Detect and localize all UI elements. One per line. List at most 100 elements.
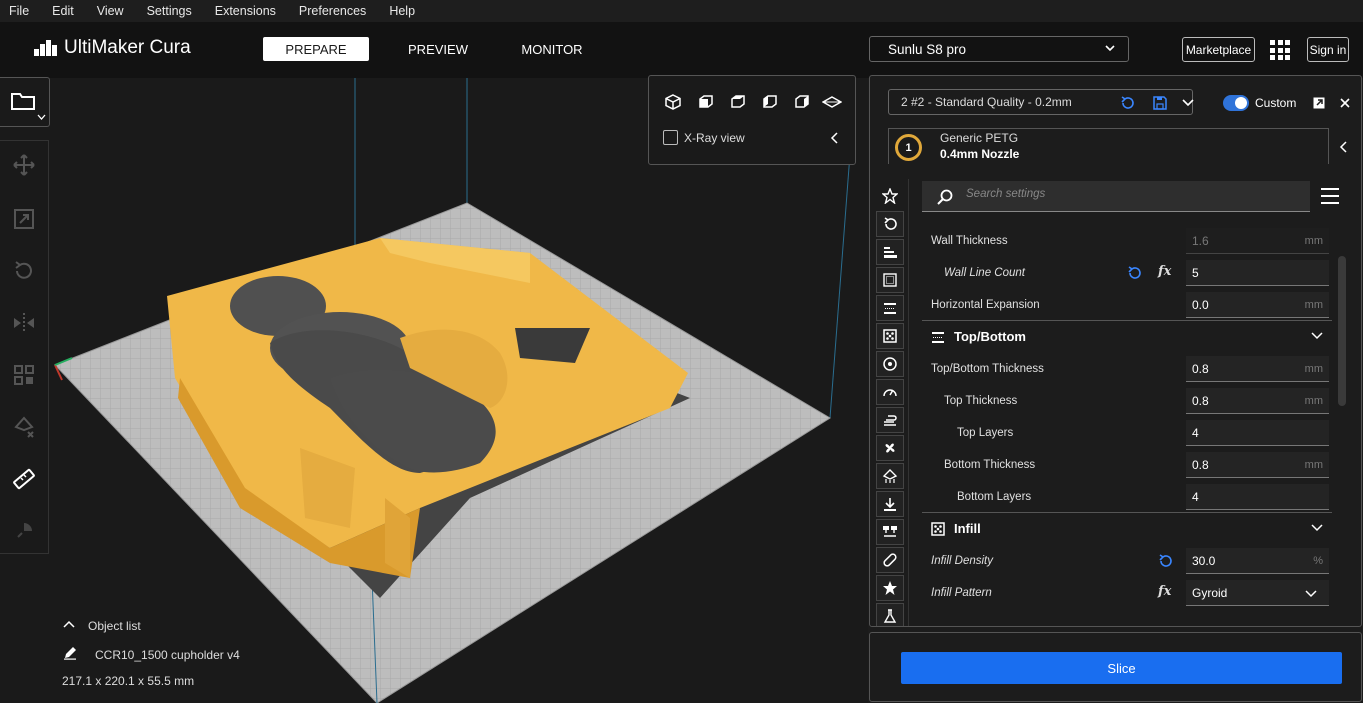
extruder-badge: 1 — [895, 134, 922, 161]
chevron-left-icon[interactable] — [1339, 141, 1349, 153]
profile-selector[interactable]: 2 #2 - Standard Quality - 0.2mm — [888, 89, 1194, 115]
category-infill[interactable] — [876, 323, 904, 349]
menu-preferences[interactable]: Preferences — [289, 4, 379, 18]
menu-settings[interactable]: Settings — [137, 4, 205, 18]
front-view-icon[interactable] — [697, 93, 715, 111]
custom-mode-toggle[interactable] — [1223, 95, 1249, 111]
setting-infill-pattern: Infill Pattern fx Gyroid — [922, 578, 1332, 610]
function-icon[interactable]: fx — [1158, 264, 1171, 279]
category-adhesion[interactable] — [876, 491, 904, 517]
sign-in-button[interactable]: Sign in — [1307, 37, 1349, 62]
category-mesh-fixes[interactable] — [876, 547, 904, 573]
setting-label: Top Layers — [957, 427, 1014, 439]
infill-pattern-select[interactable]: Gyroid — [1186, 580, 1329, 606]
top-thickness-field[interactable]: 0.8 mm — [1186, 388, 1329, 414]
category-walls[interactable] — [876, 267, 904, 293]
measure-tool-icon[interactable] — [12, 467, 36, 491]
chevron-down-icon[interactable] — [1182, 98, 1194, 108]
category-title: Infill — [954, 521, 981, 536]
category-favorites[interactable] — [876, 183, 904, 209]
reset-icon[interactable] — [1126, 265, 1142, 281]
3d-viewport[interactable] — [0, 78, 868, 703]
topbottom-icon — [884, 303, 896, 314]
speedometer-icon — [883, 389, 897, 397]
reset-icon[interactable] — [1157, 553, 1173, 569]
xray-checkbox[interactable] — [663, 130, 678, 145]
object-name: CCR10_1500 cupholder v4 — [95, 648, 240, 662]
menu-edit[interactable]: Edit — [42, 4, 87, 18]
category-support[interactable] — [876, 463, 904, 489]
wall-line-count-field[interactable]: 5 — [1186, 260, 1329, 286]
spool-icon — [883, 357, 897, 371]
hamburger-menu-icon[interactable] — [1320, 187, 1340, 205]
scale-tool-icon[interactable] — [12, 207, 36, 231]
left-view-icon[interactable] — [761, 93, 779, 111]
profile-name: 2 #2 - Standard Quality - 0.2mm — [901, 95, 1072, 109]
menu-view[interactable]: View — [87, 4, 137, 18]
tab-monitor[interactable]: MONITOR — [499, 37, 605, 61]
menu-extensions[interactable]: Extensions — [205, 4, 289, 18]
wall-thickness-field[interactable]: 1.6 mm — [1186, 228, 1329, 254]
category-special-modes[interactable] — [876, 575, 904, 601]
category-header-infill[interactable]: Infill — [922, 512, 1332, 544]
chevron-left-icon[interactable] — [830, 132, 840, 144]
setting-top-thickness: Top Thickness 0.8 mm — [922, 386, 1332, 418]
tab-prepare[interactable]: PREPARE — [263, 37, 369, 61]
tab-preview[interactable]: PREVIEW — [385, 37, 491, 61]
horizontal-expansion-field[interactable]: 0.0 mm — [1186, 292, 1329, 318]
top-view-icon[interactable] — [729, 93, 747, 111]
apps-grid-icon[interactable] — [1270, 40, 1290, 60]
paint-tool-icon[interactable] — [12, 519, 36, 543]
move-tool-icon[interactable] — [12, 153, 36, 177]
open-file-button[interactable] — [0, 77, 50, 127]
printer-selector[interactable]: Sunlu S8 pro — [869, 36, 1129, 62]
setting-label: Wall Line Count — [944, 267, 1025, 279]
extruder-nozzle: 0.4mm Nozzle — [940, 147, 1020, 161]
category-dual-extrusion[interactable] — [876, 519, 904, 545]
right-view-icon[interactable] — [793, 93, 811, 111]
marketplace-button[interactable]: Marketplace — [1182, 37, 1255, 62]
object-list-title[interactable]: Object list — [88, 619, 141, 633]
per-model-settings-icon[interactable] — [12, 363, 36, 387]
settings-scrollbar[interactable] — [1338, 256, 1346, 406]
category-strip — [871, 179, 909, 626]
category-experimental[interactable] — [876, 603, 904, 626]
menu-bar: File Edit View Settings Extensions Prefe… — [0, 0, 1363, 22]
ultimaker-logo-icon — [34, 40, 57, 56]
setting-label: Infill Density — [931, 555, 993, 567]
chevron-up-icon[interactable] — [63, 620, 75, 628]
3d-view-icon[interactable] — [664, 93, 682, 111]
category-travel[interactable] — [876, 407, 904, 433]
mirror-tool-icon[interactable] — [12, 311, 36, 335]
category-header-topbottom[interactable]: Top/Bottom — [922, 320, 1332, 352]
bottom-thickness-field[interactable]: 0.8 mm — [1186, 452, 1329, 478]
reset-icon[interactable] — [1119, 95, 1135, 111]
menu-file[interactable]: File — [0, 4, 42, 18]
close-icon[interactable] — [1340, 98, 1350, 108]
setting-bottom-thickness: Bottom Thickness 0.8 mm — [922, 450, 1332, 482]
function-icon[interactable]: fx — [1158, 584, 1171, 599]
topbottom-thickness-field[interactable]: 0.8 mm — [1186, 356, 1329, 382]
pencil-icon[interactable] — [63, 646, 77, 660]
popout-icon[interactable] — [1313, 97, 1325, 109]
view-orientation-panel: X-Ray view — [648, 75, 856, 165]
slice-button[interactable]: Slice — [901, 652, 1342, 684]
save-icon[interactable] — [1152, 95, 1168, 111]
bottom-layers-field[interactable]: 4 — [1186, 484, 1329, 510]
category-reset[interactable] — [876, 211, 904, 237]
category-cooling[interactable] — [876, 435, 904, 461]
category-speed[interactable] — [876, 379, 904, 405]
category-material[interactable] — [876, 351, 904, 377]
layer-view-icon[interactable] — [822, 95, 842, 109]
top-layers-field[interactable]: 4 — [1186, 420, 1329, 446]
search-input[interactable] — [966, 188, 1286, 200]
infill-density-field[interactable]: 30.0% — [1186, 548, 1329, 574]
category-topbottom[interactable] — [876, 295, 904, 321]
category-quality[interactable] — [876, 239, 904, 265]
menu-help[interactable]: Help — [379, 4, 428, 18]
chevron-down-icon — [1305, 590, 1317, 598]
support-blocker-icon[interactable] — [12, 415, 36, 439]
app-header: UltiMaker Cura PREPARE PREVIEW MONITOR S… — [0, 22, 1363, 78]
rotate-tool-icon[interactable] — [12, 259, 36, 283]
extruder-tab-1[interactable]: 1 Generic PETG 0.4mm Nozzle — [888, 128, 1329, 164]
